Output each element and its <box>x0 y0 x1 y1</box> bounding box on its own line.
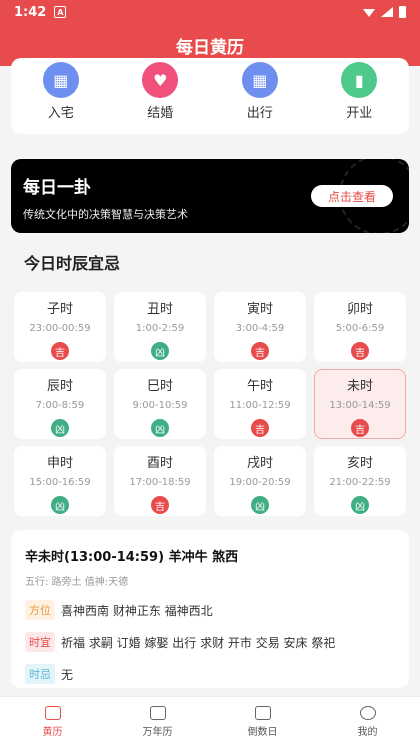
yi-row: 时宜 祈福 求嗣 订婚 嫁娶 出行 求财 开市 交易 安床 祭祀 <box>25 632 395 652</box>
auspicious-badge: 吉 <box>351 342 369 360</box>
building-icon: ▦ <box>241 62 278 98</box>
hour-name: 寅时 <box>246 302 273 317</box>
hour-card[interactable]: 戌时 19:00-20:59 凶 <box>214 446 306 516</box>
quick-action-label: 出行 <box>246 106 273 121</box>
ji-text: 无 <box>61 667 74 682</box>
hour-name: 子时 <box>46 302 73 317</box>
nav-label: 倒数日 <box>247 726 278 738</box>
direction-tag: 方位 <box>25 600 55 620</box>
hour-card[interactable]: 亥时 21:00-22:59 凶 <box>314 446 406 516</box>
hour-card[interactable]: 寅时 3:00-4:59 吉 <box>214 292 306 362</box>
hour-name: 午时 <box>246 379 273 394</box>
auspicious-badge: 吉 <box>51 342 69 360</box>
hour-card[interactable]: 辰时 7:00-8:59 凶 <box>14 369 106 439</box>
detail-subtitle: 五行: 路旁土 值神:天德 <box>25 577 129 588</box>
hour-range: 19:00-20:59 <box>229 477 291 488</box>
hour-range: 17:00-18:59 <box>129 477 191 488</box>
hour-range: 15:00-16:59 <box>29 477 91 488</box>
auspicious-badge: 吉 <box>251 342 269 360</box>
inauspicious-badge: 凶 <box>351 496 369 514</box>
quick-action-label: 结婚 <box>147 106 174 121</box>
hour-range: 23:00-00:59 <box>29 323 91 334</box>
auspicious-badge: 吉 <box>351 419 369 437</box>
direction-text: 喜神西南 财神正东 福神西北 <box>61 603 213 618</box>
hour-name: 卯时 <box>346 302 373 317</box>
door-icon: ▮ <box>341 62 378 98</box>
almanac-icon <box>44 705 61 720</box>
hour-range: 13:00-14:59 <box>329 400 391 411</box>
hour-card[interactable]: 子时 23:00-00:59 吉 <box>14 292 106 362</box>
wifi-icon <box>363 9 375 17</box>
auspicious-badge: 吉 <box>251 419 269 437</box>
quick-action-chuxing[interactable]: ▦ 出行 <box>220 62 300 134</box>
building-icon: ▦ <box>42 62 79 98</box>
battery-icon <box>399 6 406 18</box>
inauspicious-badge: 凶 <box>51 496 69 514</box>
hour-name: 戌时 <box>246 456 273 471</box>
status-time: 1:42 <box>14 4 47 20</box>
hour-range: 21:00-22:59 <box>329 477 391 488</box>
daily-divination-banner[interactable]: 每日一卦 传统文化中的决策智慧与决策艺术 点击查看 <box>11 159 409 233</box>
quick-action-label: 入宅 <box>47 106 74 121</box>
hour-card[interactable]: 卯时 5:00-6:59 吉 <box>314 292 406 362</box>
hour-card[interactable]: 未时 13:00-14:59 吉 <box>314 369 406 439</box>
hour-name: 巳时 <box>146 379 173 394</box>
quick-action-label: 开业 <box>346 106 373 121</box>
page-title: 每日黄历 <box>176 37 244 58</box>
hour-card[interactable]: 丑时 1:00-2:59 凶 <box>114 292 206 362</box>
section-title: 今日时辰宜忌 <box>24 254 121 273</box>
nav-profile[interactable]: 我的 <box>328 705 408 738</box>
inauspicious-badge: 凶 <box>151 419 169 437</box>
quick-action-jiehun[interactable]: ♥ 结婚 <box>120 62 200 134</box>
hour-range: 7:00-8:59 <box>35 400 85 411</box>
hour-card[interactable]: 酉时 17:00-18:59 吉 <box>114 446 206 516</box>
notification-a-icon: A <box>54 6 67 18</box>
nav-almanac[interactable]: 黄历 <box>13 705 93 738</box>
hour-name: 申时 <box>46 456 73 471</box>
direction-row: 方位 喜神西南 财神正东 福神西北 <box>25 600 395 620</box>
nav-label: 黄历 <box>42 726 63 738</box>
hour-range: 1:00-2:59 <box>135 323 185 334</box>
calendar-icon <box>149 705 166 720</box>
hour-card[interactable]: 午时 11:00-12:59 吉 <box>214 369 306 439</box>
profile-icon <box>359 705 376 720</box>
yi-text: 祈福 求嗣 订婚 嫁娶 出行 求财 开市 交易 安床 祭祀 <box>61 635 336 650</box>
quick-action-ruzhai[interactable]: ▦ 入宅 <box>21 62 101 134</box>
view-button[interactable]: 点击查看 <box>311 185 393 207</box>
hour-card[interactable]: 巳时 9:00-10:59 凶 <box>114 369 206 439</box>
ji-tag: 时忌 <box>25 664 55 684</box>
hour-card[interactable]: 申时 15:00-16:59 凶 <box>14 446 106 516</box>
inauspicious-badge: 凶 <box>251 496 269 514</box>
inauspicious-badge: 凶 <box>51 419 69 437</box>
hour-grid: 子时 23:00-00:59 吉丑时 1:00-2:59 凶寅时 3:00-4:59 吉卯时… <box>14 292 406 516</box>
heart-icon: ♥ <box>142 62 179 98</box>
bottom-nav: 黄历 万年历 倒数日 我的 <box>0 696 420 746</box>
inauspicious-badge: 凶 <box>151 342 169 360</box>
hourglass-icon <box>254 705 271 720</box>
nav-label: 我的 <box>357 726 378 738</box>
hour-detail-card: 辛未时(13:00-14:59) 羊冲牛 煞西 五行: 路旁土 值神:天德 方位… <box>11 530 409 688</box>
signal-icon <box>381 7 393 17</box>
hour-name: 辰时 <box>46 379 73 394</box>
nav-label: 万年历 <box>142 726 173 738</box>
ji-row: 时忌 无 <box>25 664 395 684</box>
auspicious-badge: 吉 <box>151 496 169 514</box>
nav-calendar[interactable]: 万年历 <box>118 705 198 738</box>
quick-action-kaiye[interactable]: ▮ 开业 <box>319 62 399 134</box>
hour-range: 11:00-12:59 <box>229 400 291 411</box>
quick-actions: ▦ 入宅 ♥ 结婚 ▦ 出行 ▮ 开业 <box>11 58 409 134</box>
hour-name: 亥时 <box>346 456 373 471</box>
status-bar: 1:42 A <box>0 0 420 24</box>
hour-range: 5:00-6:59 <box>335 323 385 334</box>
hour-range: 9:00-10:59 <box>132 400 188 411</box>
detail-title: 辛未时(13:00-14:59) 羊冲牛 煞西 <box>25 550 239 565</box>
hour-name: 酉时 <box>146 456 173 471</box>
hour-name: 丑时 <box>146 302 173 317</box>
hour-name: 未时 <box>346 379 373 394</box>
status-icons <box>363 6 406 18</box>
yi-tag: 时宜 <box>25 632 55 652</box>
nav-countdown[interactable]: 倒数日 <box>223 705 303 738</box>
hour-range: 3:00-4:59 <box>235 323 285 334</box>
